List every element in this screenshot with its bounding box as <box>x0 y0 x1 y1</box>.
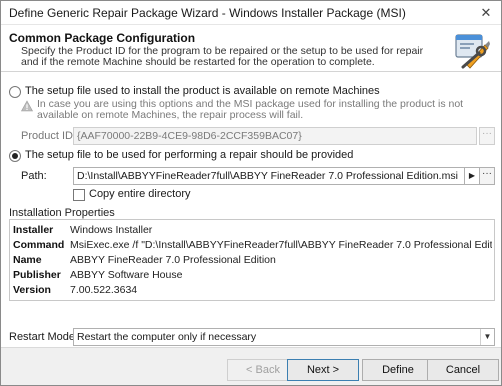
define-button[interactable]: Define <box>362 359 434 381</box>
properties-title: Installation Properties <box>9 207 115 219</box>
product-id-label: Product ID: <box>21 130 77 142</box>
path-label: Path: <box>21 170 47 182</box>
warning-icon <box>21 100 33 112</box>
copy-directory-checkbox[interactable] <box>73 189 85 201</box>
provide-setup-radio[interactable] <box>9 150 21 162</box>
page-description: Specify the Product ID for the program t… <box>21 45 424 68</box>
close-icon[interactable]: ✕ <box>477 4 495 22</box>
restart-mode-value: Restart the computer only if necessary <box>77 331 257 343</box>
table-row: Name ABBYY FineReader 7.0 Professional E… <box>10 253 494 268</box>
property-key: Name <box>13 254 42 266</box>
wizard-header: Common Package Configuration Specify the… <box>1 26 501 72</box>
property-key: Installer <box>13 224 54 236</box>
product-id-field[interactable]: {AAF70000-22B9-4CE9-98D6-2CCF359BAC07} <box>73 127 477 145</box>
table-row: Installer Windows Installer <box>10 223 494 238</box>
cancel-button[interactable]: Cancel <box>427 359 499 381</box>
provide-setup-label[interactable]: The setup file to be used for performing… <box>25 149 353 161</box>
property-value: 7.00.522.3634 <box>70 284 138 296</box>
remote-warning-text: In case you are using this options and t… <box>37 98 464 121</box>
chevron-down-icon[interactable]: ▼ <box>480 329 494 345</box>
property-value: Windows Installer <box>70 224 153 236</box>
properties-table: Installer Windows Installer Command MsiE… <box>9 219 495 301</box>
property-value: ABBYY Software House <box>70 269 183 281</box>
property-value: ABBYY FineReader 7.0 Professional Editio… <box>70 254 276 266</box>
product-id-browse-button[interactable]: ··· <box>479 127 495 145</box>
wizard-tools-icon <box>455 34 490 69</box>
path-arrow-icon[interactable]: ▶ <box>465 167 479 185</box>
table-row: Publisher ABBYY Software House <box>10 268 494 283</box>
next-button[interactable]: Next > <box>287 359 359 381</box>
window-title: Define Generic Repair Package Wizard - W… <box>9 6 406 20</box>
property-value: MsiExec.exe /f "D:\Install\ABBYYFineRead… <box>70 239 492 251</box>
path-browse-button[interactable]: ··· <box>479 167 495 185</box>
property-key: Version <box>13 284 51 296</box>
remote-machines-radio[interactable] <box>9 86 21 98</box>
page-title: Common Package Configuration <box>9 31 196 45</box>
property-key: Publisher <box>13 269 61 281</box>
wizard-window: Define Generic Repair Package Wizard - W… <box>0 0 502 386</box>
button-bar: < Back Next > Define Cancel <box>1 347 501 385</box>
table-row: Version 7.00.522.3634 <box>10 283 494 298</box>
copy-directory-label[interactable]: Copy entire directory <box>89 188 191 200</box>
property-key: Command <box>13 239 65 251</box>
restart-mode-select[interactable]: Restart the computer only if necessary ▼ <box>73 328 495 346</box>
wizard-content: The setup file used to install the produ… <box>1 73 501 347</box>
path-field[interactable]: D:\Install\ABBYYFineReader7full\ABBYY Fi… <box>73 167 465 185</box>
remote-machines-label[interactable]: The setup file used to install the produ… <box>25 85 380 97</box>
title-bar: Define Generic Repair Package Wizard - W… <box>1 1 501 25</box>
table-row: Command MsiExec.exe /f "D:\Install\ABBYY… <box>10 238 494 253</box>
restart-mode-label: Restart Mode: <box>9 331 79 343</box>
